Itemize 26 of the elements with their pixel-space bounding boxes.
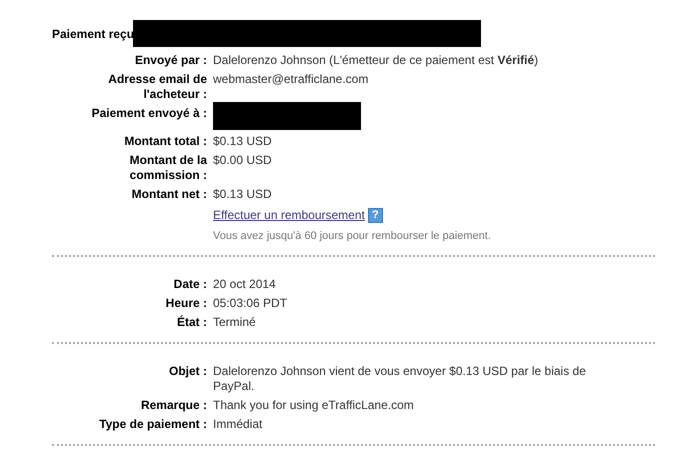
field-label: Type de paiement : [99, 417, 207, 432]
refund-note: Vous avez jusqu'à 60 jours pour rembourser le paiement. [213, 229, 491, 243]
field-label: Heure : [166, 296, 207, 311]
field-label: Montant total : [124, 134, 207, 149]
field-value: $0.13 USD [213, 134, 273, 149]
refund-link[interactable]: Effectuer un remboursement [213, 208, 365, 223]
field-value: Dalelorenzo Johnson (L'émetteur de ce paiement est Vérifié) [213, 53, 540, 68]
field-label: État : [177, 315, 207, 330]
field-label: Paiement envoyé à : [92, 106, 207, 122]
page-title: Paiement reçu [52, 26, 134, 42]
field-value: Dalelorenzo Johnson vient de vous envoyer $0.13 USD par le biais de PayPal. [213, 364, 587, 394]
field-value: $0.13 USD [213, 187, 273, 202]
field-value: webmaster@etrafficlane.com [213, 72, 370, 88]
field-label: Objet : [169, 364, 207, 380]
field-value: Terminé [213, 315, 257, 330]
field-label: Date : [174, 277, 207, 292]
field-value: $0.00 USD [213, 153, 273, 169]
field-value: 20 oct 2014 [213, 277, 277, 292]
field-label: Remarque : [140, 398, 207, 413]
field-label: Adresse email de l'acheteur : [107, 72, 207, 102]
field-value: Immédiat [213, 417, 264, 432]
field-value: 05:03:06 PDT [213, 296, 288, 311]
field-label: Montant net : [132, 187, 207, 202]
field-label: Envoyé par : [134, 53, 207, 68]
field-value: Thank you for using eTrafficLane.com [213, 398, 415, 413]
field-label: Montant de la commission : [128, 153, 207, 183]
